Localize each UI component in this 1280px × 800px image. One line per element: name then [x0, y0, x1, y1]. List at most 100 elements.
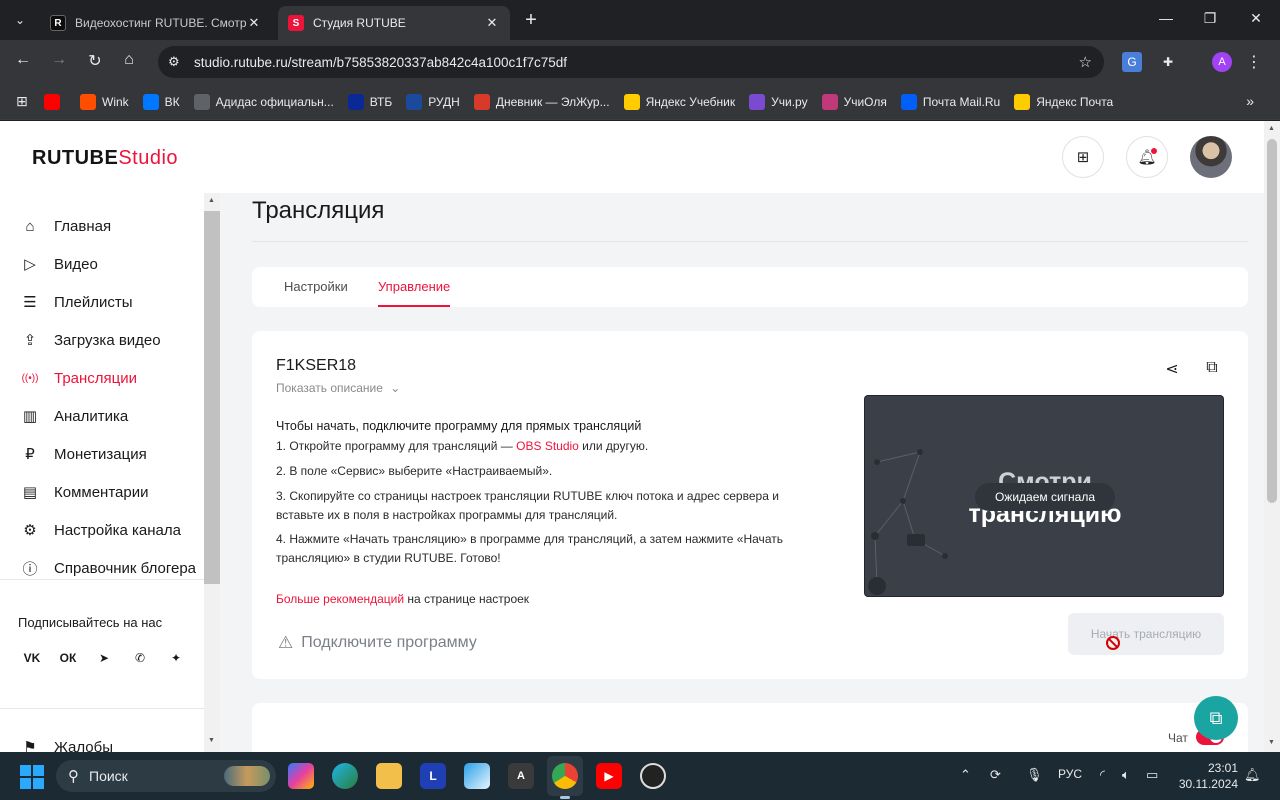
apps-grid-icon[interactable]: ⊞: [16, 93, 44, 110]
bookmark-item[interactable]: ВТБ: [347, 93, 392, 110]
notifications-button[interactable]: 🔔︎: [1126, 136, 1168, 178]
stream-preview[interactable]: Смотри трансляцию Ожидаем сигнала: [864, 395, 1224, 597]
notifications-tray-icon[interactable]: 🔔︎: [1244, 767, 1261, 783]
edge-icon[interactable]: [332, 763, 358, 789]
bookmark-item[interactable]: Адидас официальн...: [193, 93, 334, 110]
site-info-icon[interactable]: ⚙: [168, 54, 190, 70]
youtube-icon[interactable]: ▶: [596, 763, 622, 789]
bookmark-star-icon[interactable]: ☆: [1079, 53, 1092, 71]
tab-title: Студия RUTUBE: [313, 16, 406, 30]
lightshot-icon[interactable]: L: [420, 763, 446, 789]
sidebar-item-broadcast[interactable]: ((•)) Трансляции: [20, 366, 137, 390]
external-link-icon[interactable]: ⧉: [1202, 359, 1222, 377]
dzen-icon[interactable]: ✦: [162, 644, 190, 672]
sidebar-item-upload[interactable]: ⇪ Загрузка видео: [20, 328, 161, 352]
obs-icon[interactable]: [640, 763, 666, 789]
add-content-button[interactable]: ⊞: [1062, 136, 1104, 178]
chrome-icon[interactable]: [552, 763, 578, 789]
tray-overflow-icon[interactable]: ⌃: [960, 767, 971, 783]
sidebar-item-playlist[interactable]: ☰ Плейлисты: [20, 290, 132, 314]
minimize-icon[interactable]: —: [1156, 10, 1176, 26]
tab-close-icon[interactable]: ✕: [484, 15, 500, 31]
window-close-icon[interactable]: ✕: [1246, 10, 1266, 27]
sidebar-item-ruble[interactable]: ₽ Монетизация: [20, 442, 146, 466]
microphone-icon[interactable]: 🎙︎: [1026, 767, 1043, 783]
user-avatar[interactable]: [1190, 136, 1232, 178]
copilot-icon[interactable]: [288, 763, 314, 789]
tab-settings[interactable]: Настройки: [284, 279, 348, 294]
telegram-icon[interactable]: ➤: [90, 644, 118, 672]
scroll-thumb[interactable]: [204, 211, 220, 584]
scroll-thumb[interactable]: [1267, 139, 1277, 503]
extensions-icon[interactable]: ✚: [1158, 52, 1178, 72]
bookmark-item[interactable]: Яндекс Почта: [1014, 93, 1113, 110]
bookmark-item[interactable]: Почта Mail.Ru: [900, 93, 1001, 110]
scroll-down-icon[interactable]: ▼: [1268, 739, 1275, 746]
profile-avatar[interactable]: A: [1212, 52, 1232, 72]
chrome-menu-icon[interactable]: ⋮: [1244, 52, 1264, 72]
language-indicator[interactable]: РУС: [1058, 767, 1082, 781]
tab-rutube-main[interactable]: R Видеохостинг RUTUBE. Смотрите ✕: [40, 6, 272, 40]
bookmark-item[interactable]: Wink: [80, 93, 129, 110]
bookmark-item[interactable]: Учи.ру: [749, 93, 808, 110]
bookmark-item[interactable]: ВК: [142, 93, 180, 110]
taskbar-search[interactable]: ⚲ Поиск: [56, 760, 276, 792]
bookmark-item[interactable]: Дневник — ЭлЖур...: [473, 93, 610, 110]
youtube-icon: [44, 93, 60, 110]
start-stream-button[interactable]: Начать трансляцию: [1068, 613, 1224, 655]
wifi-icon[interactable]: ◜: [1100, 767, 1105, 783]
ok-icon[interactable]: ОК: [54, 644, 82, 672]
home-icon[interactable]: ⌂: [118, 51, 140, 69]
sidebar-item-complaints[interactable]: ⚑ Жалобы: [20, 735, 113, 753]
sidebar-item-comment[interactable]: ▤ Комментарии: [20, 480, 149, 504]
windows-start-icon[interactable]: [20, 765, 44, 789]
viber-icon[interactable]: ✆: [126, 644, 154, 672]
vk-icon[interactable]: VK: [18, 644, 46, 672]
restore-icon[interactable]: ❐: [1200, 10, 1220, 27]
sidebar-item-info[interactable]: ⓘ Справочник блогера: [20, 556, 196, 580]
obs-studio-link[interactable]: OBS Studio: [516, 439, 579, 453]
show-description-toggle[interactable]: Показать описание ⌄: [276, 381, 400, 395]
bookmark-item[interactable]: РУДН: [406, 93, 460, 110]
feather-app-icon[interactable]: [464, 763, 490, 789]
file-explorer-icon[interactable]: [376, 763, 402, 789]
sidebar-scrollbar[interactable]: ▲ ▼: [204, 193, 220, 752]
bookmark-item[interactable]: УчиОля: [821, 93, 887, 110]
sidebar-item-video[interactable]: ▷ Видео: [20, 252, 98, 276]
instruction-step-4: 4. Нажмите «Начать трансляцию» в програм…: [276, 532, 783, 565]
taskbar-clock[interactable]: 23:01 30.11.2024: [1172, 760, 1238, 792]
instruction-step-1: 1. Откройте программу для трансляций — O…: [276, 437, 816, 456]
reload-icon[interactable]: ↻: [84, 51, 106, 71]
sidebar-item-analytics[interactable]: ▥ Аналитика: [20, 404, 128, 428]
logo-main: RUTUBE: [32, 147, 119, 169]
rutube-studio-logo[interactable]: RUTUBEStudio: [32, 147, 178, 170]
support-chat-button[interactable]: ⧉: [1194, 696, 1238, 740]
scroll-down-icon[interactable]: ▼: [208, 737, 215, 744]
page-scrollbar[interactable]: ▲ ▼: [1264, 121, 1280, 752]
battery-icon[interactable]: ▭: [1146, 767, 1158, 783]
font-app-icon[interactable]: A: [508, 763, 534, 789]
tab-rutube-studio[interactable]: S Студия RUTUBE ✕: [278, 6, 510, 40]
translate-icon[interactable]: G: [1122, 52, 1142, 72]
bookmark-label: Почта Mail.Ru: [922, 94, 1001, 109]
sidebar-item-home[interactable]: ⌂ Главная: [20, 214, 111, 238]
forward-icon[interactable]: →: [48, 51, 70, 69]
tab-search-icon[interactable]: ⌄: [8, 8, 32, 32]
bookmark-item[interactable]: Яндекс Учебник: [623, 93, 735, 110]
scroll-up-icon[interactable]: ▲: [208, 197, 215, 204]
new-tab-icon[interactable]: +: [520, 9, 542, 32]
browser-tabstrip: ⌄ R Видеохостинг RUTUBE. Смотрите ✕ S Ст…: [0, 0, 1280, 40]
bookmarks-more-icon[interactable]: »: [1246, 93, 1254, 109]
tab-management[interactable]: Управление: [378, 279, 450, 294]
more-recommendations-link[interactable]: Больше рекомендаций: [276, 592, 404, 606]
bookmark-item[interactable]: [44, 93, 66, 110]
back-icon[interactable]: ←: [12, 51, 34, 69]
address-bar[interactable]: ⚙ studio.rutube.ru/stream/b75853820337ab…: [158, 46, 1104, 78]
sidebar-item-label: Загрузка видео: [54, 331, 161, 349]
volume-icon[interactable]: 🔈︎: [1122, 767, 1130, 783]
scroll-up-icon[interactable]: ▲: [1268, 125, 1275, 132]
share-icon[interactable]: ⋖: [1162, 359, 1182, 379]
tab-close-icon[interactable]: ✕: [246, 15, 262, 31]
sidebar-item-gear[interactable]: ⚙ Настройка канала: [20, 518, 181, 542]
sync-icon[interactable]: ⟳: [990, 767, 1001, 783]
